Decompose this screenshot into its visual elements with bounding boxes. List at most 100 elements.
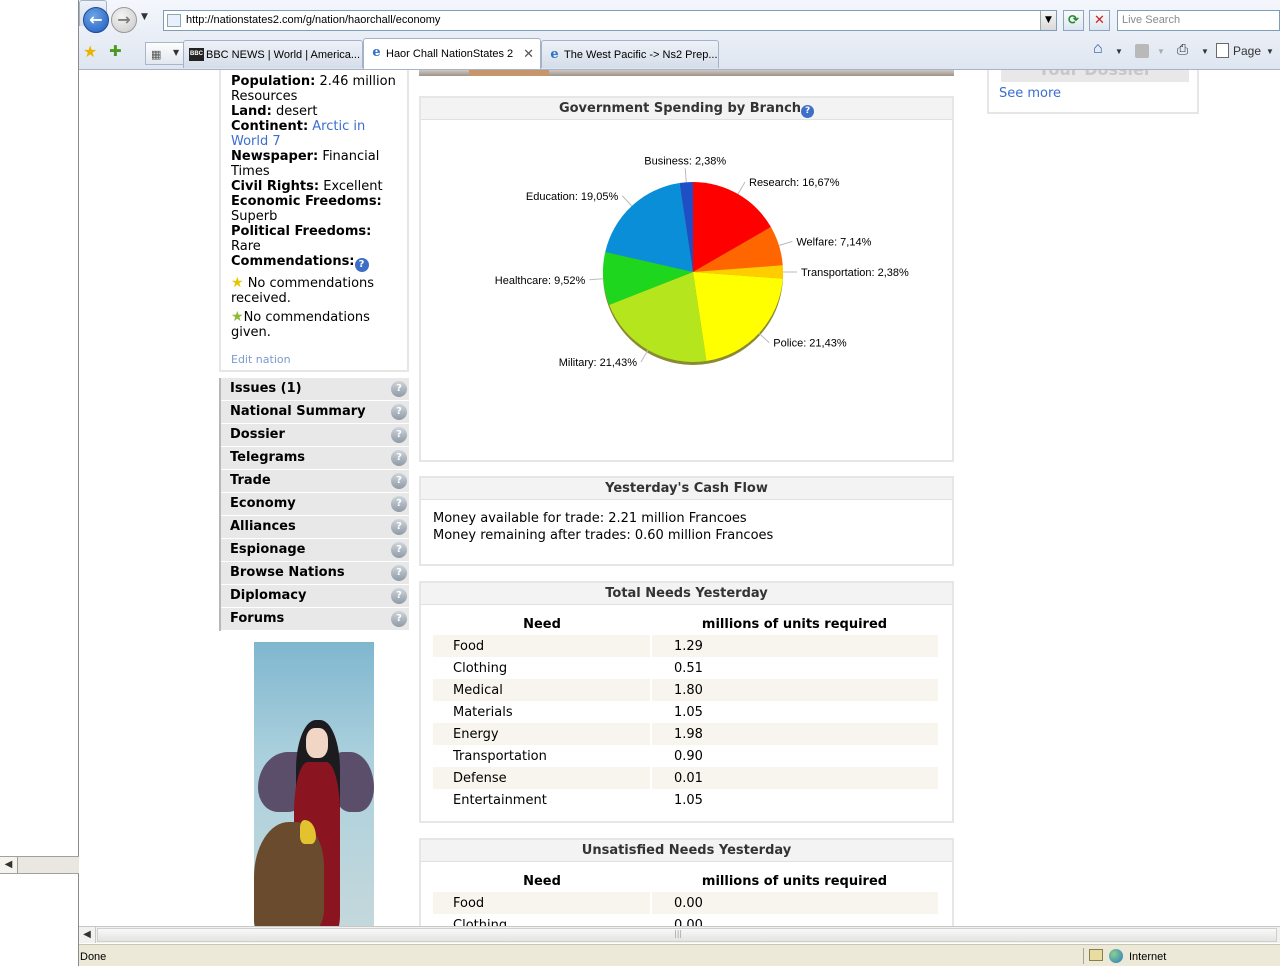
address-dropdown-icon[interactable]: ▼ xyxy=(1040,11,1056,30)
favorites-star-icon[interactable]: ★ xyxy=(83,42,97,61)
protected-mode-icon[interactable] xyxy=(1089,949,1103,961)
newspaper-row: Newspaper: Financial Times xyxy=(231,149,380,179)
address-bar[interactable]: http://nationstates2.com/g/nation/haorch… xyxy=(163,10,1057,31)
money-remaining-text: Money remaining after trades: 0.60 milli… xyxy=(433,528,774,543)
home-dropdown-icon[interactable]: ▼ xyxy=(1115,47,1123,56)
total-needs-table: Need millions of units required Food 1.29… xyxy=(433,613,938,811)
status-text: Done xyxy=(80,951,107,963)
help-icon[interactable]: ? xyxy=(391,496,407,512)
ie-icon: e xyxy=(550,47,559,62)
pie-label-transportation: Transportation: 2,38% xyxy=(801,267,909,279)
pie-leader-line xyxy=(684,168,687,183)
table-row: Transportation 0.90 xyxy=(433,745,938,767)
table-row: Entertainment 1.05 xyxy=(433,789,938,811)
bbc-icon: BBC xyxy=(189,48,204,61)
tab-label: Haor Chall NationStates 2 xyxy=(386,48,514,60)
feeds-dropdown-icon[interactable]: ▼ xyxy=(1157,47,1165,56)
flag-image-fragment xyxy=(419,70,954,76)
help-icon[interactable]: ? xyxy=(391,473,407,489)
pie-label-healthcare: Healthcare: 9,52% xyxy=(495,275,586,287)
pie-leader-line xyxy=(640,349,649,363)
page-menu-icon[interactable] xyxy=(1216,43,1229,58)
menu-item-forums[interactable]: Forums? xyxy=(221,608,409,631)
page-icon xyxy=(167,14,181,27)
column-header-units: millions of units required xyxy=(701,616,888,632)
menu-item-trade[interactable]: Trade? xyxy=(221,470,409,493)
scroll-left-arrow-icon[interactable]: ◀ xyxy=(79,927,96,943)
stop-button[interactable]: ✕ xyxy=(1089,10,1110,31)
print-dropdown-icon[interactable]: ▼ xyxy=(1201,47,1209,56)
help-icon[interactable]: ? xyxy=(391,427,407,443)
search-input[interactable]: Live Search xyxy=(1117,10,1280,31)
scrollbar-thumb[interactable] xyxy=(97,928,1277,942)
pie-label-business: Business: 2,38% xyxy=(644,155,726,167)
see-more-link[interactable]: See more xyxy=(999,86,1061,101)
back-button[interactable]: ← xyxy=(83,7,109,33)
refresh-button[interactable]: ⟳ xyxy=(1063,10,1084,31)
close-tab-icon[interactable]: ✕ xyxy=(523,46,534,62)
total-needs-title: Total Needs Yesterday xyxy=(421,583,952,605)
table-row: Clothing 0.00 xyxy=(433,914,938,926)
pie-leader-line xyxy=(758,332,770,344)
help-icon[interactable]: ? xyxy=(391,381,407,397)
security-zone-text[interactable]: Internet xyxy=(1129,951,1166,963)
menu-item-diplomacy[interactable]: Diplomacy? xyxy=(221,585,409,608)
help-icon[interactable]: ? xyxy=(391,611,407,627)
grid-icon: ▦ xyxy=(151,48,162,61)
tab-label: BBC NEWS | World | America... xyxy=(206,49,361,61)
pie-leader-line xyxy=(621,195,633,207)
help-icon[interactable]: ? xyxy=(391,519,407,535)
help-icon[interactable]: ? xyxy=(801,105,815,118)
scrollbar-grip-icon: ||| xyxy=(674,929,683,938)
address-url[interactable]: http://nationstates2.com/g/nation/haorch… xyxy=(186,14,440,26)
help-icon[interactable]: ? xyxy=(354,258,369,272)
history-dropdown-icon[interactable]: ▼ xyxy=(141,12,148,22)
feeds-icon[interactable] xyxy=(1135,44,1149,58)
political-freedoms-row: Political Freedoms: Rare xyxy=(231,224,372,254)
commendations-given: ★No commendations given. xyxy=(231,309,370,341)
page-menu-button[interactable]: Page xyxy=(1233,44,1261,58)
edit-nation-link[interactable]: Edit nation xyxy=(231,352,397,367)
pie-slice-police xyxy=(693,272,783,361)
add-favorite-icon[interactable]: ✚ xyxy=(109,42,122,60)
help-icon[interactable]: ? xyxy=(391,450,407,466)
page-dropdown-icon[interactable]: ▼ xyxy=(1266,47,1274,56)
total-needs-panel: Total Needs Yesterday Need millions of u… xyxy=(419,581,954,823)
table-row: Energy 1.98 xyxy=(433,723,938,745)
menu-item-dossier[interactable]: Dossier? xyxy=(221,424,409,447)
help-icon[interactable]: ? xyxy=(391,542,407,558)
spending-pie-chart: Research: 16,67% Welfare: 7,14% Transporta… xyxy=(495,155,909,369)
printer-icon[interactable]: ⎙ xyxy=(1177,41,1188,58)
help-icon[interactable]: ? xyxy=(391,588,407,604)
forward-button[interactable]: → xyxy=(111,7,137,33)
population-row: Population: 2.46 million xyxy=(231,74,396,89)
background-window xyxy=(0,0,79,966)
menu-item-issues[interactable]: Issues (1)? xyxy=(221,378,409,401)
tab-bbc-news[interactable]: BBC BBC NEWS | World | America... xyxy=(183,40,363,68)
quick-tabs-button[interactable]: ▦ ▼ xyxy=(145,42,185,65)
horizontal-scrollbar[interactable]: ◀ ||| xyxy=(79,926,1280,943)
help-icon[interactable]: ? xyxy=(391,404,407,420)
page-content: Population: 2.46 million Resources Land:… xyxy=(79,70,1280,926)
menu-item-espionage[interactable]: Espionage? xyxy=(221,539,409,562)
tab-nationstates[interactable]: e Haor Chall NationStates 2 ✕ xyxy=(363,38,541,69)
nation-info-box: Population: 2.46 million Resources Land:… xyxy=(219,70,409,372)
menu-item-telegrams[interactable]: Telegrams? xyxy=(221,447,409,470)
menu-item-economy[interactable]: Economy? xyxy=(221,493,409,516)
column-header-need: Need xyxy=(523,616,561,632)
economic-freedoms-row: Economic Freedoms: Superb xyxy=(231,194,382,224)
nation-banner-image xyxy=(254,642,374,926)
scroll-left-arrow-icon[interactable]: ◀ xyxy=(0,857,18,873)
search-placeholder: Live Search xyxy=(1122,14,1181,26)
pie-leader-line xyxy=(737,181,746,195)
background-window-scrollbar[interactable]: ◀ xyxy=(0,856,79,874)
commendations-received: ★ No commendations received. xyxy=(231,275,375,307)
dossier-box: Your Dossier See more xyxy=(987,70,1199,114)
menu-item-alliances[interactable]: Alliances? xyxy=(221,516,409,539)
pie-label-education: Education: 19,05% xyxy=(526,191,619,203)
menu-item-browse-nations[interactable]: Browse Nations? xyxy=(221,562,409,585)
tab-west-pacific[interactable]: e The West Pacific -> Ns2 Prep... xyxy=(541,40,719,68)
menu-item-national-summary[interactable]: National Summary? xyxy=(221,401,409,424)
home-icon[interactable]: ⌂ xyxy=(1093,40,1103,58)
help-icon[interactable]: ? xyxy=(391,565,407,581)
